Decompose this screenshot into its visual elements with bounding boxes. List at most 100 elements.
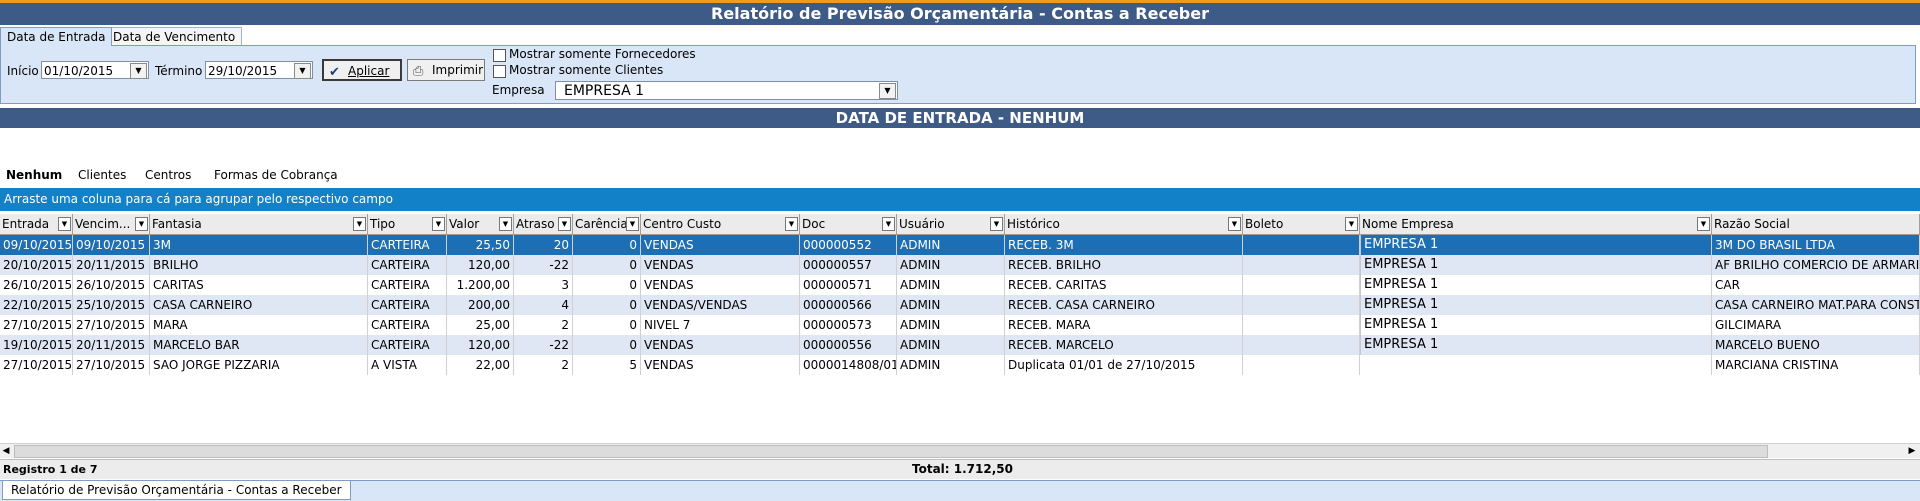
table-cell: 26/10/2015	[73, 275, 150, 295]
table-cell: 25,50	[447, 235, 514, 255]
aplicar-button-label: Aplicar	[348, 64, 390, 78]
chevron-down-icon[interactable]: ▼	[1345, 217, 1358, 231]
column-header[interactable]: Valor ▼	[447, 214, 514, 234]
column-header[interactable]: Atraso ▼	[514, 214, 573, 234]
table-cell: 2	[514, 315, 573, 335]
column-header[interactable]: Nome Empresa ▼	[1360, 214, 1712, 234]
column-header[interactable]: Doc ▼	[800, 214, 897, 234]
table-row[interactable]: 27/10/2015 27/10/2015 SAO JORGE PIZZARIA A …	[0, 355, 1920, 375]
scroll-left-icon[interactable]: ◀	[0, 444, 12, 458]
chevron-down-icon[interactable]: ▼	[432, 217, 445, 231]
column-header[interactable]: Tipo ▼	[368, 214, 447, 234]
chevron-down-icon[interactable]: ▼	[785, 217, 798, 231]
table-row[interactable]: 22/10/2015 25/10/2015 CASA CARNEIRO CARTEIR…	[0, 295, 1920, 315]
record-counter: Registro 1 de 7	[3, 463, 98, 476]
table-cell: VENDAS	[641, 275, 800, 295]
horizontal-scrollbar[interactable]: ◀ ▶	[0, 443, 1920, 458]
column-header[interactable]: Centro Custo ▼	[641, 214, 800, 234]
tab-data-entrada[interactable]: Data de Entrada	[0, 27, 113, 46]
table-cell: 27/10/2015	[73, 315, 150, 335]
table-cell: RECEB. CASA CARNEIRO	[1005, 295, 1243, 315]
chevron-down-icon[interactable]: ▼	[882, 217, 895, 231]
table-cell	[1243, 335, 1360, 355]
window-tab-relatorio[interactable]: Relatório de Previsão Orçamentária - Con…	[2, 481, 351, 500]
tab-data-vencimento[interactable]: Data de Vencimento	[106, 27, 243, 46]
table-cell: 000000557	[800, 255, 897, 275]
table-cell: RECEB. CARITAS	[1005, 275, 1243, 295]
chevron-down-icon[interactable]: ▼	[879, 83, 896, 99]
table-cell: 19/10/2015	[0, 335, 73, 355]
table-cell	[1243, 255, 1360, 275]
column-header[interactable]: Entrada ▼	[0, 214, 73, 234]
tab-formas-de-cobranca[interactable]: Formas de Cobrança	[214, 167, 338, 184]
termino-date-value: 29/10/2015	[208, 64, 278, 78]
tab-clientes[interactable]: Clientes	[78, 167, 126, 184]
window-title: Relatório de Previsão Orçamentária - Con…	[0, 3, 1920, 25]
column-header[interactable]: Usuário ▼	[897, 214, 1005, 234]
scroll-thumb[interactable]	[14, 445, 1768, 458]
table-cell: 120,00	[447, 335, 514, 355]
chevron-down-icon[interactable]: ▼	[294, 63, 311, 79]
chevron-down-icon[interactable]: ▼	[1697, 217, 1710, 231]
inicio-date-picker[interactable]: 01/10/2015 ▼	[41, 61, 149, 79]
table-cell: ADMIN	[897, 315, 1005, 335]
grid-body: 09/10/2015 09/10/2015 3M CARTEIRA 25,50 20 0 VE…	[0, 235, 1920, 435]
table-cell: EMPRESA 1	[1360, 275, 1712, 295]
check-icon: ✔	[329, 65, 340, 80]
table-row[interactable]: 20/10/2015 20/11/2015 BRILHO CARTEIRA 120,00…	[0, 255, 1920, 275]
table-cell: MARCELO BAR	[150, 335, 368, 355]
table-cell: CASA CARNEIRO MAT.PARA CONST	[1712, 295, 1920, 315]
chevron-down-icon[interactable]: ▼	[130, 63, 147, 79]
termino-date-picker[interactable]: 29/10/2015 ▼	[205, 61, 313, 79]
imprimir-button[interactable]: ⎙ Imprimir	[407, 59, 485, 81]
table-cell: Duplicata 01/01 de 27/10/2015	[1005, 355, 1243, 375]
table-cell: ADMIN	[897, 275, 1005, 295]
chevron-down-icon[interactable]: ▼	[990, 217, 1003, 231]
table-cell: RECEB. 3M	[1005, 235, 1243, 255]
column-header[interactable]: Histórico ▼	[1005, 214, 1243, 234]
table-cell: CARTEIRA	[368, 295, 447, 315]
aplicar-button[interactable]: ✔ Aplicar	[322, 59, 402, 81]
tab-nenhum[interactable]: Nenhum	[6, 167, 62, 184]
chevron-down-icon[interactable]: ▼	[499, 217, 512, 231]
chk-clientes[interactable]	[493, 65, 506, 78]
column-header[interactable]: Razão Social	[1712, 214, 1920, 234]
group-drag-area[interactable]: Arraste uma coluna para cá para agrupar …	[0, 188, 1920, 211]
chevron-down-icon[interactable]: ▼	[353, 217, 366, 231]
table-row[interactable]: 27/10/2015 27/10/2015 MARA CARTEIRA 25,00 2 0 N…	[0, 315, 1920, 335]
chk-fornecedores[interactable]	[493, 49, 506, 62]
column-header[interactable]: Carência ▼	[573, 214, 641, 234]
chevron-down-icon[interactable]: ▼	[626, 217, 639, 231]
table-cell: 09/10/2015	[73, 235, 150, 255]
table-cell: SAO JORGE PIZZARIA	[150, 355, 368, 375]
inicio-date-value: 01/10/2015	[44, 64, 114, 78]
table-cell	[1243, 295, 1360, 315]
scroll-right-icon[interactable]: ▶	[1906, 444, 1918, 458]
table-row[interactable]: 26/10/2015 26/10/2015 CARITAS CARTEIRA 1.200…	[0, 275, 1920, 295]
column-header[interactable]: Vencim... ▼	[73, 214, 150, 234]
column-header[interactable]: Boleto ▼	[1243, 214, 1360, 234]
chevron-down-icon[interactable]: ▼	[1228, 217, 1241, 231]
table-cell: 20	[514, 235, 573, 255]
table-row[interactable]: 09/10/2015 09/10/2015 3M CARTEIRA 25,50 20 0 VE…	[0, 235, 1920, 255]
table-cell: GILCIMARA	[1712, 315, 1920, 335]
table-cell: 20/11/2015	[73, 335, 150, 355]
table-cell: 20/10/2015	[0, 255, 73, 275]
table-cell: 0	[573, 235, 641, 255]
table-cell: 5	[573, 355, 641, 375]
empresa-label: Empresa	[492, 83, 545, 97]
table-cell: 000000552	[800, 235, 897, 255]
column-header[interactable]: Fantasia ▼	[150, 214, 368, 234]
column-header-label: Valor	[449, 217, 480, 231]
table-row[interactable]: 19/10/2015 20/11/2015 MARCELO BAR CARTEIRA 1…	[0, 335, 1920, 355]
grid-footer: Registro 1 de 7 Total: 1.712,50	[0, 459, 1920, 479]
empresa-select[interactable]: EMPRESA 1 ▼	[555, 81, 898, 100]
chevron-down-icon[interactable]: ▼	[58, 217, 71, 231]
chevron-down-icon[interactable]: ▼	[135, 217, 148, 231]
table-cell: MARA	[150, 315, 368, 335]
table-cell: 3M	[150, 235, 368, 255]
table-cell: 3	[514, 275, 573, 295]
chevron-down-icon[interactable]: ▼	[558, 217, 571, 231]
tab-centros[interactable]: Centros	[145, 167, 191, 184]
table-cell: -22	[514, 255, 573, 275]
